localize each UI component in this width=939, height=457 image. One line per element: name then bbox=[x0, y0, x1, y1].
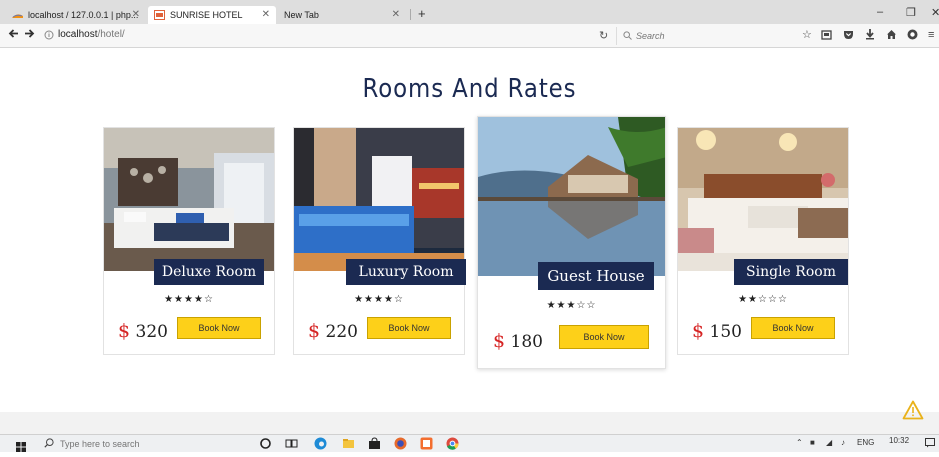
room-price: $ 180 bbox=[493, 330, 543, 352]
back-icon[interactable] bbox=[8, 28, 19, 42]
windows-start-icon[interactable] bbox=[16, 439, 26, 457]
download-icon[interactable] bbox=[865, 29, 875, 44]
luxury-room-photo bbox=[294, 128, 464, 271]
chrome-icon[interactable] bbox=[446, 437, 459, 450]
firefox-icon[interactable] bbox=[394, 437, 407, 450]
book-now-button[interactable]: Book Now bbox=[751, 317, 835, 339]
book-now-button[interactable]: Book Now bbox=[177, 317, 261, 339]
pocket-icon[interactable] bbox=[843, 29, 854, 44]
room-name: Single Room bbox=[734, 259, 848, 285]
currency-symbol: $ bbox=[118, 320, 131, 342]
taskbar-search[interactable] bbox=[44, 437, 249, 451]
language-indicator[interactable]: ENG bbox=[857, 438, 874, 447]
single-room-photo bbox=[678, 128, 848, 271]
tab-new-tab[interactable]: New Tab ✕ bbox=[278, 6, 406, 24]
cortana-icon[interactable] bbox=[259, 437, 272, 450]
address-bar[interactable]: localhost/hotel/ bbox=[58, 29, 125, 40]
currency-symbol: $ bbox=[308, 320, 321, 342]
tray-app-icon[interactable]: ■ bbox=[810, 438, 815, 447]
price-value: 150 bbox=[709, 322, 742, 342]
hotel-favicon-icon bbox=[154, 10, 165, 20]
forward-icon[interactable] bbox=[24, 28, 35, 42]
page-footer-strip bbox=[0, 412, 939, 434]
room-price: $ 220 bbox=[308, 320, 358, 342]
url-path: /hotel/ bbox=[97, 29, 125, 40]
bookmark-star-icon[interactable]: ☆ bbox=[802, 29, 812, 42]
clock[interactable]: 10:32 bbox=[889, 436, 909, 445]
reload-icon[interactable]: ↻ bbox=[599, 29, 608, 42]
close-window-icon[interactable]: ✕ bbox=[931, 6, 939, 19]
file-explorer-icon[interactable] bbox=[342, 437, 355, 450]
browser-tab-strip: localhost / 127.0.0.1 | php... ✕ SUNRISE… bbox=[0, 0, 939, 24]
edge-icon[interactable] bbox=[314, 437, 327, 450]
rating-stars-icon: ★★★★☆ bbox=[354, 294, 404, 305]
menu-icon[interactable]: ≡ bbox=[928, 29, 934, 42]
tab-label: localhost / 127.0.0.1 | php... bbox=[28, 10, 139, 20]
reading-list-icon[interactable] bbox=[821, 29, 832, 44]
info-icon[interactable] bbox=[44, 29, 54, 43]
search-input[interactable] bbox=[636, 31, 766, 41]
warning-icon[interactable] bbox=[902, 400, 924, 425]
rating-stars-icon: ★★★★☆ bbox=[164, 294, 214, 305]
rating-stars-icon: ★★☆☆☆ bbox=[738, 294, 788, 305]
room-price: $ 150 bbox=[692, 320, 742, 342]
tab-label: New Tab bbox=[284, 10, 319, 20]
rating-stars-icon: ★★★☆☆ bbox=[546, 300, 597, 311]
phpmyadmin-favicon-icon bbox=[12, 10, 23, 20]
tab-label: SUNRISE HOTEL bbox=[170, 10, 243, 20]
task-view-icon[interactable] bbox=[285, 437, 298, 450]
minimize-icon[interactable]: – bbox=[877, 6, 883, 18]
new-tab-button[interactable]: + bbox=[418, 7, 426, 20]
volume-icon[interactable]: ♪ bbox=[841, 438, 845, 447]
tab-separator bbox=[410, 9, 411, 20]
account-icon[interactable] bbox=[907, 29, 918, 44]
windows-taskbar: ⌃ ■ ◢ ♪ ENG 10:32 bbox=[0, 434, 939, 452]
restore-icon[interactable]: ❐ bbox=[906, 6, 916, 19]
xampp-icon[interactable] bbox=[420, 437, 433, 450]
guest-house-photo bbox=[478, 117, 665, 276]
url-host: localhost bbox=[58, 29, 98, 40]
store-icon[interactable] bbox=[368, 437, 381, 450]
room-name: Luxury Room bbox=[346, 259, 466, 285]
search-icon bbox=[44, 438, 54, 450]
tab-sunrise-hotel[interactable]: SUNRISE HOTEL ✕ bbox=[148, 6, 276, 24]
currency-symbol: $ bbox=[493, 330, 506, 352]
home-icon[interactable] bbox=[886, 29, 897, 44]
room-card-single: Single Room ★★☆☆☆ $ 150 Book Now bbox=[677, 127, 849, 355]
notifications-icon[interactable] bbox=[925, 438, 935, 450]
price-value: 180 bbox=[510, 332, 543, 352]
browser-search-box[interactable] bbox=[616, 27, 784, 45]
section-title: Rooms And Rates bbox=[362, 74, 577, 104]
room-card-luxury: Luxury Room ★★★★☆ $ 220 Book Now bbox=[293, 127, 466, 355]
price-value: 320 bbox=[135, 322, 168, 342]
room-name: Guest House bbox=[538, 262, 654, 290]
taskbar-search-input[interactable] bbox=[60, 439, 230, 449]
close-tab-icon[interactable]: ✕ bbox=[132, 9, 140, 20]
price-value: 220 bbox=[325, 322, 358, 342]
hotel-page: Rooms And Rates Deluxe Room ★★★★☆ $ 320 bbox=[0, 48, 939, 412]
network-icon[interactable]: ◢ bbox=[826, 438, 832, 447]
room-card-deluxe: Deluxe Room ★★★★☆ $ 320 Book Now bbox=[103, 127, 275, 355]
room-card-guest-house: Guest House ★★★☆☆ $ 180 Book Now bbox=[477, 116, 666, 369]
tab-phpmyadmin[interactable]: localhost / 127.0.0.1 | php... ✕ bbox=[6, 6, 146, 24]
close-tab-icon[interactable]: ✕ bbox=[392, 9, 400, 20]
tray-chevron-icon[interactable]: ⌃ bbox=[796, 438, 803, 447]
currency-symbol: $ bbox=[692, 320, 705, 342]
browser-navigation-bar: localhost/hotel/ ↻ ☆ ≡ bbox=[0, 24, 939, 48]
search-icon bbox=[623, 30, 632, 42]
close-tab-icon[interactable]: ✕ bbox=[262, 9, 270, 20]
book-now-button[interactable]: Book Now bbox=[367, 317, 451, 339]
room-price: $ 320 bbox=[118, 320, 168, 342]
book-now-button[interactable]: Book Now bbox=[559, 325, 649, 349]
deluxe-room-photo bbox=[104, 128, 274, 271]
room-name: Deluxe Room bbox=[154, 259, 264, 285]
